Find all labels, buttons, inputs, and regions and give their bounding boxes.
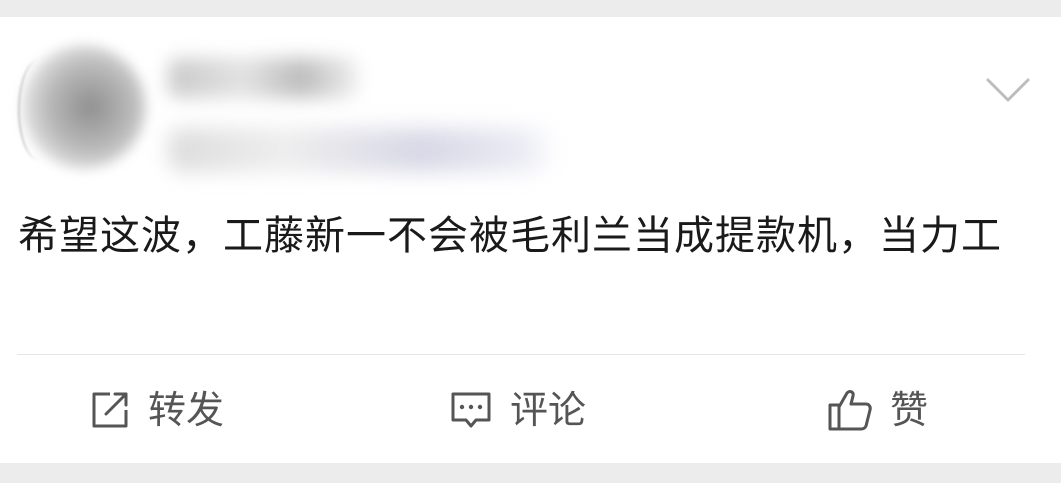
comment-bubble-icon — [451, 392, 491, 428]
top-separator — [0, 0, 1061, 17]
like-label: 赞 — [890, 388, 929, 432]
repost-button[interactable]: 转发 — [88, 380, 224, 440]
author-name-blurred[interactable] — [168, 58, 358, 98]
repost-label: 转发 — [148, 388, 225, 432]
chevron-down-icon — [986, 78, 1030, 102]
comment-button[interactable]: 评论 — [448, 380, 586, 440]
share-arrow-icon — [92, 392, 128, 428]
thumbs-up-icon — [828, 390, 872, 431]
avatar[interactable] — [22, 45, 146, 169]
post-meta-blurred — [168, 128, 558, 172]
post-text: 希望这波，工藤新一不会被毛利兰当成提款机，当力工 — [18, 213, 1002, 259]
comment-label: 评论 — [510, 388, 587, 432]
bottom-separator — [0, 463, 1061, 483]
post-menu-button[interactable] — [984, 74, 1032, 106]
like-button[interactable]: 赞 — [826, 380, 928, 440]
divider — [17, 354, 1025, 355]
